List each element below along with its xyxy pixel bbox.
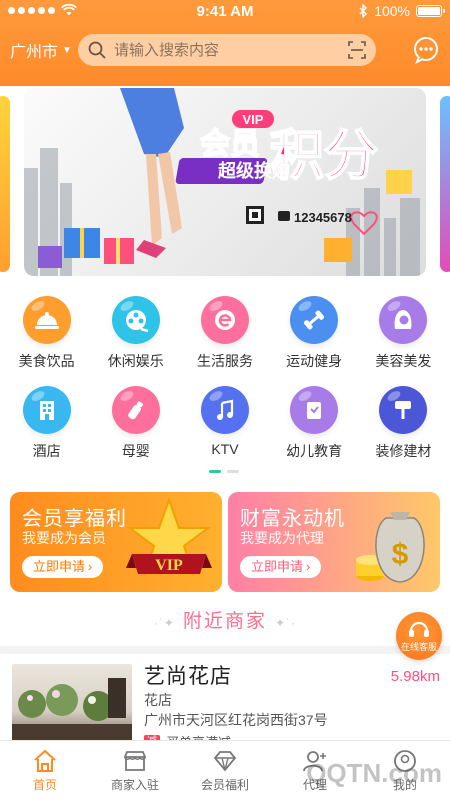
sparkle-icon: ·˙✦ <box>153 616 175 630</box>
category-life-service[interactable]: 生活服务 <box>185 296 265 386</box>
tab-label: 商家入驻 <box>110 777 159 792</box>
merchant-card[interactable]: 艺尚花店 5.98km 花店 广州市天河区红花岗西街37号 减 买单享满减 <box>0 660 450 750</box>
category-label: 母婴 <box>121 443 150 459</box>
e-letter-icon <box>200 296 249 344</box>
film-reel-icon <box>111 296 160 344</box>
home-icon <box>32 749 58 773</box>
customer-service-button[interactable]: 在线客服 <box>396 612 442 660</box>
category-label: 美食饮品 <box>18 353 75 369</box>
category-ktv[interactable]: KTV <box>185 386 265 476</box>
category-label: 美容美发 <box>375 353 432 369</box>
chevron-right-icon: › <box>306 559 311 574</box>
merchant-address: 广州市天河区红花岗西街37号 <box>144 712 328 728</box>
agent-apply-button[interactable]: 立即申请 › <box>240 556 322 578</box>
search-input[interactable] <box>114 41 348 59</box>
store-icon <box>122 749 148 773</box>
vip-apply-label: 立即申请 <box>33 559 86 574</box>
agent-badge-text: $ <box>392 538 409 571</box>
category-label: 生活服务 <box>196 353 253 369</box>
tab-merchant-join[interactable]: 商家入驻 <box>90 741 180 800</box>
search-icon <box>88 41 106 59</box>
chevron-right-icon: › <box>88 559 93 574</box>
city-label: 广州市 <box>10 44 59 61</box>
agent-promo-card[interactable]: 财富永动机 我要成为代理 立即申请 › $ <box>228 492 440 592</box>
customer-service-label: 在线客服 <box>400 642 437 652</box>
site-watermark: QQTN.com <box>306 758 442 788</box>
tab-label: 首页 <box>32 777 57 792</box>
category-label: 运动健身 <box>286 353 343 369</box>
vip-promo-card[interactable]: 会员享福利 我要成为会员 立即申请 › VIP <box>10 492 222 592</box>
headset-icon <box>409 621 429 637</box>
banner-slide[interactable]: VIP 会员 积分 超级换购 12345678 <box>24 88 426 276</box>
merchant-distance: 5.98km <box>390 668 440 685</box>
category-label: KTV <box>211 441 239 457</box>
message-icon[interactable] <box>412 36 440 64</box>
category-beauty[interactable]: 美容美发 <box>363 296 443 386</box>
banner-carousel[interactable]: VIP 会员 积分 超级换购 12345678 <box>0 88 450 278</box>
tab-member-benefits[interactable]: 会员福利 <box>180 741 270 800</box>
prev-banner-peek[interactable] <box>0 96 10 272</box>
city-selector[interactable]: 广州市 ▼ <box>10 38 72 62</box>
bluetooth-icon <box>359 4 368 18</box>
dumbbell-icon <box>290 296 339 344</box>
merchant-photo <box>12 664 132 750</box>
search-box[interactable] <box>78 34 376 66</box>
merchant-name[interactable]: 艺尚花店 <box>144 660 232 690</box>
vip-star-icon: VIP <box>126 498 212 577</box>
caret-down-icon: ▼ <box>62 44 72 56</box>
paint-roller-icon <box>379 386 428 434</box>
watermark-text: QQTN.com <box>306 758 442 788</box>
money-bag-icon: $ <box>356 512 425 583</box>
pager-dot[interactable] <box>227 470 239 473</box>
next-banner-peek[interactable] <box>440 96 450 272</box>
woman-face-icon <box>379 296 428 344</box>
agent-apply-label: 立即申请 <box>251 559 304 574</box>
pager-dot-active[interactable] <box>209 470 221 473</box>
category-leisure[interactable]: 休闲娱乐 <box>96 296 176 386</box>
baby-bottle-icon <box>111 386 160 434</box>
category-grid: 美食饮品 休闲娱乐 生活服务 运动健身 美容美发 酒店 母婴 KTV 幼儿教育 … <box>0 296 450 476</box>
category-food[interactable]: 美食饮品 <box>7 296 87 386</box>
agent-promo-subtitle: 我要成为代理 <box>240 530 324 546</box>
banner-illustration: VIP 会员 积分 超级换购 12345678 <box>24 88 420 276</box>
tab-label: 会员福利 <box>200 777 249 792</box>
music-note-icon <box>200 386 249 434</box>
agent-promo-title: 财富永动机 <box>240 508 345 530</box>
nearby-title-text: 附近商家 <box>182 611 267 632</box>
scan-icon[interactable] <box>348 41 366 59</box>
section-divider <box>0 646 450 654</box>
category-sports[interactable]: 运动健身 <box>274 296 354 386</box>
header-bar: 9:41 AM 100% 广州市 ▼ <box>0 0 450 86</box>
tab-home[interactable]: 首页 <box>0 741 90 800</box>
category-label: 酒店 <box>32 443 61 459</box>
category-label: 幼儿教育 <box>286 443 343 459</box>
category-label: 休闲娱乐 <box>107 353 164 369</box>
banner-subtitle: 超级换购 <box>218 160 290 182</box>
diamond-icon <box>212 749 238 773</box>
battery-percent: 100% <box>374 3 410 19</box>
status-bar: 9:41 AM 100% <box>0 0 450 24</box>
vip-promo-subtitle: 我要成为会员 <box>22 530 106 546</box>
banner-vip-tag: VIP <box>243 112 264 127</box>
category-early-education[interactable]: 幼儿教育 <box>274 386 354 476</box>
nearby-section-title: ·˙✦ 附近商家 ✦˙· <box>0 606 450 633</box>
hotel-building-icon <box>22 386 71 434</box>
vip-apply-button[interactable]: 立即申请 › <box>22 556 104 578</box>
book-icon <box>290 386 339 434</box>
merchant-category: 花店 <box>144 692 172 708</box>
vip-promo-title: 会员享福利 <box>22 508 127 530</box>
category-hotel[interactable]: 酒店 <box>7 386 87 476</box>
category-decoration[interactable]: 装修建材 <box>363 386 443 476</box>
sparkle-icon: ✦˙· <box>275 616 297 630</box>
category-mother-baby[interactable]: 母婴 <box>96 386 176 476</box>
banner-phone: 12345678 <box>294 210 352 225</box>
vip-badge-text: VIP <box>155 557 183 574</box>
category-label: 装修建材 <box>375 443 432 459</box>
battery-icon <box>416 5 445 17</box>
category-pager[interactable] <box>209 470 239 473</box>
food-cover-icon <box>22 296 71 344</box>
banner-title-left: 会员 <box>200 127 260 162</box>
